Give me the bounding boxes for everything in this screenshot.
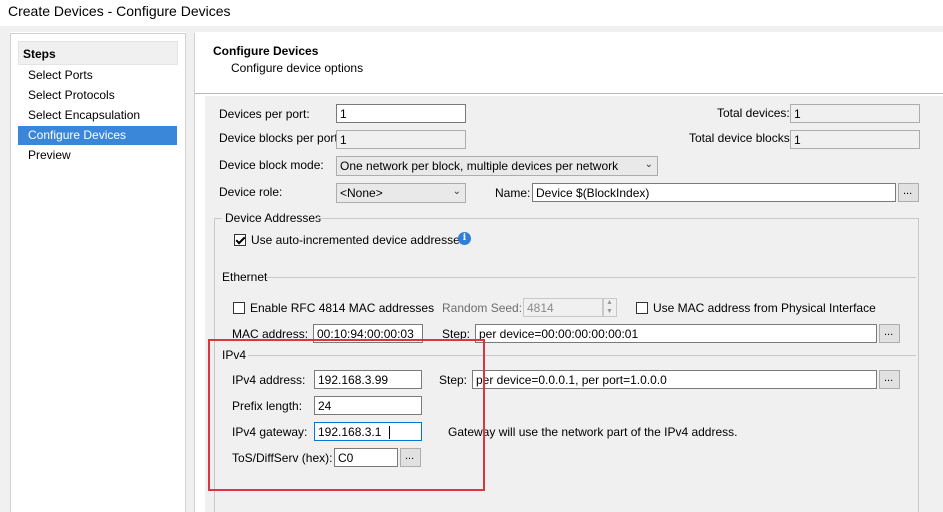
gateway-note: Gateway will use the network part of the… [448, 425, 738, 439]
mac-step-ellipsis-button[interactable]: ... [879, 324, 900, 343]
pane-splitter[interactable] [186, 32, 194, 512]
total-devices-label: Total devices: [717, 106, 790, 120]
window-title: Create Devices - Configure Devices [8, 3, 231, 19]
page-title: Configure Devices [213, 44, 319, 58]
steps-header-label: Steps [23, 47, 56, 61]
device-block-mode-label: Device block mode: [219, 158, 324, 172]
use-phys-mac-label: Use MAC address from Physical Interface [653, 301, 876, 315]
use-phys-mac-checkbox[interactable] [636, 302, 648, 314]
name-input[interactable]: Device $(BlockIndex) [532, 183, 896, 202]
name-label: Name: [495, 186, 531, 200]
ethernet-divider [266, 277, 916, 278]
step-preview[interactable]: Preview [18, 146, 177, 165]
steps-header: Steps [18, 41, 178, 65]
step-configure-devices[interactable]: Configure Devices [18, 126, 177, 145]
window-title-bar: Create Devices - Configure Devices [0, 0, 943, 26]
device-addresses-label: Device Addresses [225, 211, 322, 225]
device-role-select[interactable]: <None> ⌄ [336, 183, 466, 203]
rfc4814-label: Enable RFC 4814 MAC addresses [250, 301, 435, 315]
step-select-ports[interactable]: Select Ports [18, 66, 177, 85]
random-seed-label: Random Seed: [442, 301, 523, 315]
auto-increment-label: Use auto-incremented device addresses [251, 233, 466, 247]
devices-per-port-input[interactable]: 1 [336, 104, 466, 123]
window-frame [0, 26, 943, 32]
total-devices-field: 1 [790, 104, 920, 123]
spin-down-icon: ▼ [606, 308, 613, 315]
chevron-down-icon: ⌄ [452, 186, 461, 197]
device-role-label: Device role: [219, 185, 283, 199]
step-select-protocols[interactable]: Select Protocols [18, 86, 177, 105]
step-select-encapsulation[interactable]: Select Encapsulation [18, 106, 177, 125]
chevron-down-icon: ⌄ [644, 159, 653, 170]
total-device-blocks-field: 1 [790, 130, 920, 149]
auto-increment-checkbox[interactable] [234, 234, 246, 246]
ethernet-label: Ethernet [222, 270, 268, 284]
device-blocks-per-port-input[interactable]: 1 [336, 130, 466, 149]
mac-step-input[interactable]: per device=00:00:00:00:00:01 [475, 324, 877, 343]
rfc4814-checkbox[interactable] [233, 302, 245, 314]
highlight-box [208, 339, 485, 491]
group-border [214, 218, 222, 219]
device-block-mode-select[interactable]: One network per block, multiple devices … [336, 156, 658, 176]
spin-up-icon: ▲ [606, 299, 613, 306]
device-blocks-per-port-label: Device blocks per port: [219, 131, 342, 145]
random-seed-input[interactable]: 4814 [523, 298, 603, 317]
left-margin [0, 32, 10, 512]
total-device-blocks-label: Total device blocks: [689, 131, 794, 145]
name-ellipsis-button[interactable]: ... [898, 183, 919, 202]
header-divider [195, 93, 943, 94]
ipv4-step-input[interactable]: per device=0.0.0.1, per port=1.0.0.0 [472, 370, 877, 389]
group-border [918, 218, 919, 512]
page-subtitle: Configure device options [231, 61, 364, 75]
random-seed-spinner[interactable]: ▲ ▼ [603, 298, 617, 317]
group-border [316, 218, 918, 219]
ipv4-step-ellipsis-button[interactable]: ... [879, 370, 900, 389]
info-icon[interactable]: i [458, 232, 471, 245]
devices-per-port-label: Devices per port: [219, 107, 310, 121]
